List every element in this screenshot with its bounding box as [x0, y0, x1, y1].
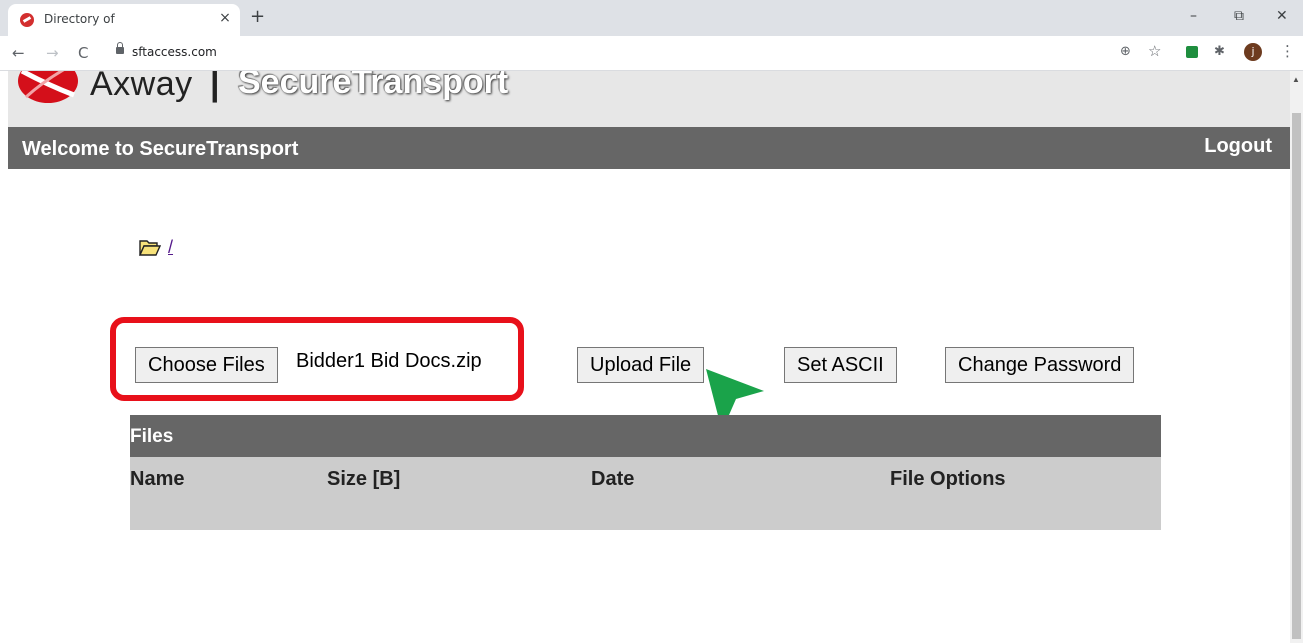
- tab-close-icon[interactable]: ×: [216, 10, 234, 26]
- logout-link[interactable]: Logout: [1204, 135, 1272, 158]
- scroll-up-icon[interactable]: ▲: [1292, 75, 1300, 84]
- welcome-bar: Welcome to SecureTransport Logout: [8, 127, 1290, 169]
- back-icon[interactable]: ←: [12, 44, 25, 62]
- column-header-size[interactable]: Size [B]: [327, 468, 400, 491]
- close-window-icon[interactable]: ✕: [1276, 8, 1288, 24]
- brand-separator: |: [210, 71, 220, 103]
- browser-tab[interactable]: Directory of ×: [8, 4, 240, 36]
- brand-axway: Axway: [90, 71, 193, 103]
- column-header-date[interactable]: Date: [591, 468, 634, 491]
- files-header-bar: Files: [130, 415, 1161, 457]
- tab-title: Directory of: [44, 12, 115, 26]
- extension-icon[interactable]: [1186, 46, 1198, 58]
- change-password-button[interactable]: Change Password: [945, 347, 1135, 383]
- page-viewport: Axway | SecureTransport Welcome to Secur…: [0, 71, 1290, 643]
- upload-file-button[interactable]: Upload File: [577, 347, 705, 383]
- browser-menu-icon[interactable]: ⋮: [1280, 42, 1295, 60]
- files-title: Files: [130, 426, 174, 447]
- brand-product: SecureTransport: [238, 71, 509, 101]
- header-banner: Axway | SecureTransport: [8, 71, 1290, 127]
- axway-logo-icon: [18, 71, 78, 103]
- minimize-icon[interactable]: –: [1190, 8, 1197, 24]
- address-bar[interactable]: sftaccess.com: [132, 45, 217, 59]
- browser-toolbar: ← → C sftaccess.com ⊕ ☆ ✱ j ⋮: [0, 36, 1303, 71]
- set-ascii-button[interactable]: Set ASCII: [784, 347, 897, 383]
- restore-icon[interactable]: ⧉: [1234, 8, 1244, 24]
- lock-icon[interactable]: [116, 42, 124, 54]
- browser-tabstrip: Directory of × + – ⧉ ✕: [0, 0, 1303, 36]
- extensions-puzzle-icon[interactable]: ✱: [1214, 44, 1225, 59]
- page-scrollbar[interactable]: ▲: [1290, 71, 1303, 643]
- choose-files-button[interactable]: Choose Files: [135, 347, 278, 383]
- column-header-name[interactable]: Name: [130, 468, 184, 491]
- column-header-file-options: File Options: [890, 468, 1006, 490]
- welcome-title: Welcome to SecureTransport: [22, 138, 299, 160]
- open-folder-icon: [139, 240, 161, 256]
- forward-icon[interactable]: →: [46, 44, 59, 62]
- reload-icon[interactable]: C: [78, 44, 88, 62]
- profile-avatar[interactable]: j: [1244, 43, 1262, 61]
- selected-file-name: Bidder1 Bid Docs.zip: [296, 350, 482, 372]
- scrollbar-thumb[interactable]: [1292, 113, 1301, 639]
- site-favicon-icon: [20, 13, 34, 27]
- root-directory-link[interactable]: /: [168, 237, 173, 258]
- zoom-icon[interactable]: ⊕: [1120, 44, 1131, 59]
- bookmark-star-icon[interactable]: ☆: [1148, 42, 1161, 60]
- files-table: Name Size [B] Date File Options: [130, 457, 1161, 530]
- new-tab-button[interactable]: +: [250, 6, 265, 27]
